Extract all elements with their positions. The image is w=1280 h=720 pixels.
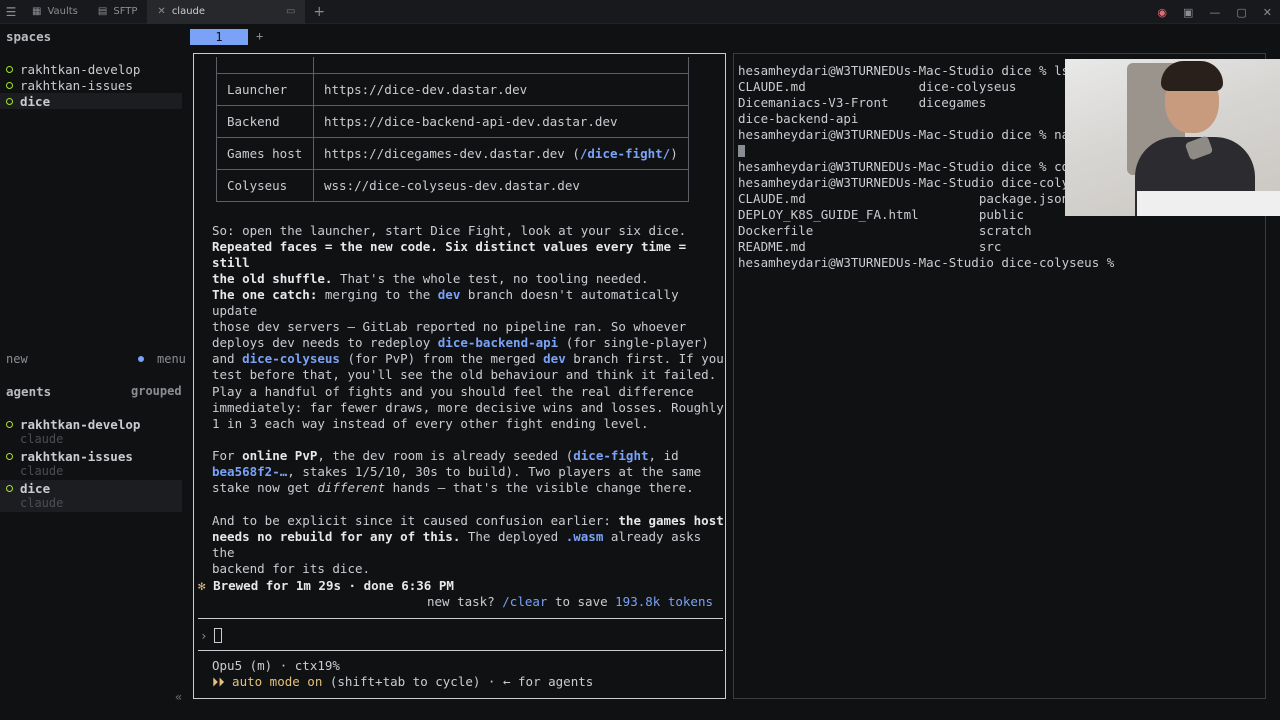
- terminal-line: CLAUDE.md package.json: [738, 191, 1070, 206]
- status-dot-icon: [6, 420, 13, 428]
- sidebar: spaces rakhtkan-develop rakhtkan-issues …: [0, 24, 188, 720]
- new-task-hint: new task? /clear to save 193.8k tokens: [427, 594, 713, 609]
- tab-label: Vaults: [47, 6, 78, 17]
- terminal-line: Dicemaniacs-V3-Front dicegames: [738, 95, 987, 110]
- terminal-line: dice-backend-api: [738, 111, 859, 126]
- agents-heading: agents: [6, 384, 52, 399]
- tab-label: SFTP: [113, 6, 138, 17]
- space-label: dice: [20, 93, 51, 109]
- message-paragraph: For online PvP, the dev room is already …: [212, 448, 702, 496]
- webcam-overlay[interactable]: [1065, 59, 1280, 216]
- minimize-icon[interactable]: —: [1209, 6, 1220, 19]
- divider: [198, 618, 723, 619]
- message-paragraph: So: open the launcher, start Dice Fight,…: [212, 223, 687, 287]
- table-cell-value: https://dicegames-dev.dastar.dev (/dice-…: [313, 136, 689, 170]
- terminal-cursor: [738, 145, 745, 157]
- collapse-sidebar-icon[interactable]: «: [175, 690, 182, 704]
- terminal-line: Dockerfile scratch: [738, 223, 1032, 238]
- pane-tab-1[interactable]: 1: [190, 29, 248, 45]
- agent-label: rakhtkan-issues: [20, 448, 133, 464]
- claude-pane[interactable]: Launcher https://dice-dev.dastar.dev Back…: [193, 53, 726, 699]
- webcam-person-hair: [1161, 61, 1223, 91]
- tab-claude[interactable]: ✕ claude ▭: [147, 0, 306, 24]
- space-label: rakhtkan-develop: [20, 61, 141, 77]
- table-row: [216, 57, 689, 74]
- space-label: rakhtkan-issues: [20, 77, 133, 93]
- status-dot-icon: [6, 452, 13, 460]
- terminal-line: hesamheydari@W3TURNEDUs-Mac-Studio dice …: [738, 63, 1070, 78]
- table-cell-value: wss://dice-colyseus-dev.dastar.dev: [313, 168, 689, 202]
- message-paragraph: And to be explicit since it caused confu…: [212, 513, 724, 577]
- prompt-input[interactable]: ›: [200, 628, 222, 643]
- grouped-toggle[interactable]: grouped: [131, 384, 182, 398]
- table-cell-key: Games host: [216, 136, 314, 170]
- table-cell-value: https://dice-dev.dastar.dev: [313, 72, 689, 106]
- message-paragraph: The one catch: merging to the dev branch…: [212, 287, 724, 383]
- new-tab-button[interactable]: +: [313, 4, 325, 20]
- agent-item-rakhtkan-develop[interactable]: rakhtkan-develop: [0, 416, 182, 432]
- spaces-heading: spaces: [6, 29, 52, 44]
- brewed-status: ✻ Brewed for 1m 29s · done 6:36 PM: [198, 578, 454, 593]
- prompt-chevron-icon: ›: [200, 628, 208, 643]
- status-dot-icon: [6, 485, 13, 492]
- space-item-rakhtkan-issues[interactable]: rakhtkan-issues: [0, 77, 182, 93]
- terminal-line: hesamheydari@W3TURNEDUs-Mac-Studio dice-…: [738, 175, 1077, 190]
- close-icon[interactable]: ✕: [157, 6, 165, 17]
- text-cursor: [213, 628, 222, 643]
- agent-sub: claude: [20, 464, 64, 478]
- new-button[interactable]: new: [6, 352, 28, 366]
- layout-icon[interactable]: ▣: [1183, 6, 1193, 19]
- terminal-line: README.md src: [738, 239, 1002, 254]
- agent-sub: claude: [20, 496, 64, 510]
- table-row: Backend https://dice-backend-api-dev.dast…: [216, 104, 689, 138]
- terminal-line: hesamheydari@W3TURNEDUs-Mac-Studio dice …: [738, 159, 1070, 174]
- agent-sub: claude: [20, 432, 64, 446]
- table-row: Colyseus wss://dice-colyseus-dev.dastar.d…: [216, 168, 689, 202]
- menu-button[interactable]: menu: [138, 352, 186, 366]
- table-cell-key: Backend: [216, 104, 314, 138]
- table-row: Games host https://dicegames-dev.dastar.d…: [216, 136, 689, 170]
- window-close-icon[interactable]: ✕: [1263, 6, 1272, 19]
- vault-icon: ▦: [32, 6, 42, 17]
- menu-dot-icon: [138, 356, 144, 362]
- menu-label: menu: [157, 352, 186, 366]
- tab-vaults[interactable]: ▦ Vaults: [22, 0, 88, 24]
- table-cell-key: Launcher: [216, 72, 314, 106]
- status-dot-icon: [6, 81, 13, 89]
- title-bar: ☰ ▦ Vaults ▤ SFTP ✕ claude ▭ + ◉ ▣ — ▢ ✕: [0, 0, 1280, 24]
- sparkle-icon: ✻: [198, 578, 206, 593]
- maximize-icon[interactable]: ▢: [1236, 6, 1246, 19]
- divider: [198, 650, 723, 651]
- hamburger-menu-icon[interactable]: ☰: [0, 5, 22, 19]
- url-table: Launcher https://dice-dev.dastar.dev Back…: [216, 57, 689, 202]
- webcam-desk-paper: [1137, 191, 1280, 216]
- mode-status: ⏵⏵ auto mode on (shift+tab to cycle) · ←…: [212, 674, 594, 689]
- terminal-line: CLAUDE.md dice-colyseus: [738, 79, 1017, 94]
- terminal-line: DEPLOY_K8S_GUIDE_FA.html public: [738, 207, 1024, 222]
- table-cell-value: https://dice-backend-api-dev.dastar.dev: [313, 104, 689, 138]
- agent-item-rakhtkan-issues[interactable]: rakhtkan-issues: [0, 448, 182, 464]
- space-item-rakhtkan-develop[interactable]: rakhtkan-develop: [0, 61, 182, 77]
- status-dot-icon: [6, 97, 13, 105]
- tab-sftp[interactable]: ▤ SFTP: [88, 0, 148, 24]
- fast-forward-icon: ⏵⏵: [212, 674, 225, 689]
- message-paragraph: Play a handful of fights and you should …: [212, 384, 724, 432]
- status-dot-icon: [6, 65, 13, 73]
- terminal-line: hesamheydari@W3TURNEDUs-Mac-Studio dice-…: [738, 255, 1115, 270]
- agent-label: rakhtkan-develop: [20, 416, 141, 432]
- notification-icon[interactable]: ◉: [1157, 6, 1167, 19]
- terminal-line: hesamheydari@W3TURNEDUs-Mac-Studio dice …: [738, 127, 1077, 142]
- screen-icon[interactable]: ▭: [286, 6, 295, 17]
- table-cell-key: Colyseus: [216, 168, 314, 202]
- window-controls: ◉ ▣ — ▢ ✕: [1157, 0, 1272, 24]
- space-item-dice[interactable]: dice: [0, 93, 182, 109]
- model-status: Opu5 (m) · ctx19%: [212, 658, 340, 673]
- tab-label: claude: [171, 6, 206, 17]
- table-row: Launcher https://dice-dev.dastar.dev: [216, 72, 689, 106]
- agent-label: dice: [20, 481, 51, 496]
- folder-icon: ▤: [97, 6, 108, 17]
- add-pane-tab-button[interactable]: +: [256, 29, 263, 43]
